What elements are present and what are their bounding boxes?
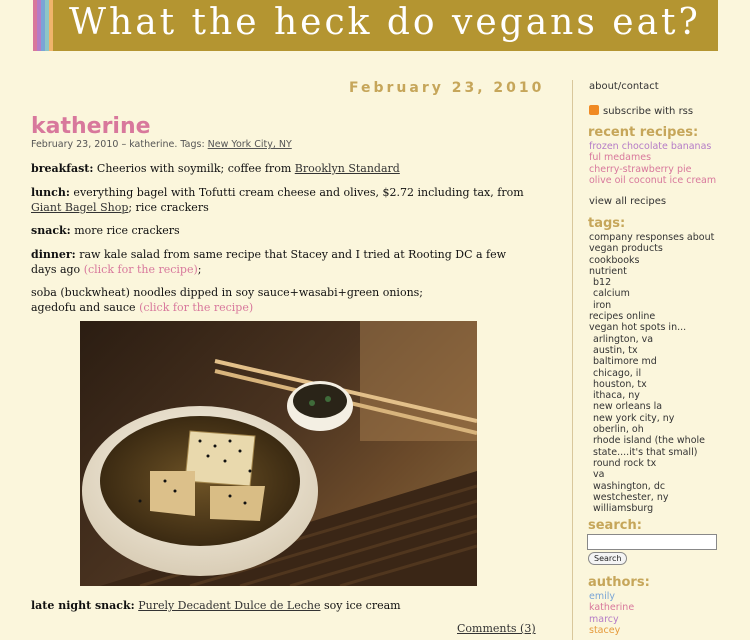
late-night-paragraph: late night snack: Purely Decadent Dulce … [31, 598, 526, 613]
tag-link[interactable]: new orleans la [589, 401, 714, 412]
post-title[interactable]: katherine [31, 114, 151, 139]
tag-link[interactable]: baltimore md [589, 356, 714, 367]
header-color-stripes [33, 0, 61, 51]
tag-link[interactable]: arlington, va [589, 334, 714, 345]
author-link[interactable]: marcy [589, 614, 634, 625]
dinner-paragraph: dinner: raw kale salad from same recipe … [31, 247, 526, 277]
recent-recipes-list: frozen chocolate bananas ful medames cherr… [589, 141, 716, 186]
tag-link[interactable]: rhode island (the whole [589, 435, 714, 446]
tag-link[interactable]: washington, dc [589, 481, 714, 492]
breakfast-text: Cheerios with soymilk; coffee from [93, 162, 295, 175]
lunch-text: everything bagel with Tofutti cream chee… [69, 186, 524, 199]
sidebar-divider [572, 80, 573, 640]
authors-list: emily katherine marcy stacey [589, 591, 634, 636]
tag-link[interactable]: company responses about [589, 232, 714, 243]
recent-recipe-link[interactable]: olive oil coconut ice cream [589, 175, 716, 186]
stripe [49, 0, 53, 51]
search-input[interactable] [587, 534, 717, 550]
search-button[interactable]: Search [588, 552, 628, 565]
kale-recipe-link[interactable]: (click for the recipe) [84, 263, 198, 276]
author-link[interactable]: emily [589, 591, 634, 602]
agedofu-photo[interactable] [80, 321, 477, 586]
tag-link[interactable]: cookbooks [589, 255, 714, 266]
tag-link[interactable]: b12 [589, 277, 714, 288]
tag-link[interactable]: williamsburg [589, 503, 714, 514]
agedofu-photo-illustration [82, 321, 477, 586]
tag-link[interactable]: oberlin, oh [589, 424, 714, 435]
tag-link[interactable]: nutrient [589, 266, 714, 277]
lunch-after: ; rice crackers [128, 201, 209, 214]
tag-link[interactable]: austin, tx [589, 345, 714, 356]
tag-link[interactable]: westchester, ny [589, 492, 714, 503]
tag-link[interactable]: va [589, 469, 714, 480]
post-meta-text: February 23, 2010 – katherine. Tags: [31, 139, 205, 150]
rss-label: subscribe with rss [603, 106, 694, 117]
late-night-label: late night snack: [31, 599, 135, 612]
tag-link[interactable]: ithaca, ny [589, 390, 714, 401]
dulce-de-leche-link[interactable]: Purely Decadent Dulce de Leche [138, 599, 320, 612]
snack-text: more rice crackers [70, 224, 180, 237]
tags-heading: tags: [588, 216, 626, 231]
post-meta: February 23, 2010 – katherine. Tags: New… [31, 139, 292, 150]
tag-link[interactable]: vegan hot spots in... [589, 322, 714, 333]
tag-link[interactable]: New York City, NY [208, 139, 292, 150]
recent-recipes-heading: recent recipes: [588, 125, 699, 140]
lunch-label: lunch: [31, 186, 70, 199]
post-date: February 23, 2010 [349, 80, 545, 96]
comments-link[interactable]: Comments (3) [457, 622, 536, 635]
agedofu-recipe-link[interactable]: (click for the recipe) [139, 301, 253, 314]
lunch-paragraph: lunch: everything bagel with Tofutti cre… [31, 185, 526, 215]
rss-link[interactable]: subscribe with rss [589, 105, 693, 117]
breakfast-paragraph: breakfast: Cheerios with soymilk; coffee… [31, 161, 526, 176]
view-all-recipes-link[interactable]: view all recipes [589, 196, 666, 207]
authors-heading: authors: [588, 575, 650, 590]
rss-icon [589, 105, 599, 115]
tag-link[interactable]: iron [589, 300, 714, 311]
site-title[interactable]: What the heck do vegans eat? [69, 2, 701, 43]
tag-link[interactable]: state....it's that small) [589, 447, 714, 458]
brooklyn-standard-link[interactable]: Brooklyn Standard [295, 162, 400, 175]
tags-list: company responses about vegan products coo… [589, 232, 714, 514]
tag-link[interactable]: recipes online [589, 311, 714, 322]
tag-link[interactable]: round rock tx [589, 458, 714, 469]
agedofu-line: agedofu and sauce [31, 301, 140, 314]
snack-paragraph: snack: more rice crackers [31, 223, 526, 238]
soba-line: soba (buckwheat) noodles dipped in soy s… [31, 286, 424, 299]
author-link[interactable]: stacey [589, 625, 634, 636]
tag-link[interactable]: vegan products [589, 243, 714, 254]
dinner-after: ; [197, 263, 202, 276]
late-night-after: soy ice cream [320, 599, 401, 612]
recent-recipe-link[interactable]: frozen chocolate bananas [589, 141, 716, 152]
dinner-label: dinner: [31, 248, 76, 261]
recent-recipe-link[interactable]: cherry-strawberry pie [589, 164, 716, 175]
tag-link[interactable]: houston, tx [589, 379, 714, 390]
tag-link[interactable]: new york city, ny [589, 413, 714, 424]
search-heading: search: [588, 518, 642, 533]
site-header: What the heck do vegans eat? [33, 0, 718, 51]
about-link[interactable]: about/contact [589, 81, 659, 92]
recent-recipe-link[interactable]: ful medames [589, 152, 716, 163]
snack-label: snack: [31, 224, 71, 237]
breakfast-label: breakfast: [31, 162, 94, 175]
soba-paragraph: soba (buckwheat) noodles dipped in soy s… [31, 285, 526, 315]
tag-link[interactable]: chicago, il [589, 368, 714, 379]
author-link[interactable]: katherine [589, 602, 634, 613]
giant-bagel-shop-link[interactable]: Giant Bagel Shop [31, 201, 128, 214]
tag-link[interactable]: calcium [589, 288, 714, 299]
